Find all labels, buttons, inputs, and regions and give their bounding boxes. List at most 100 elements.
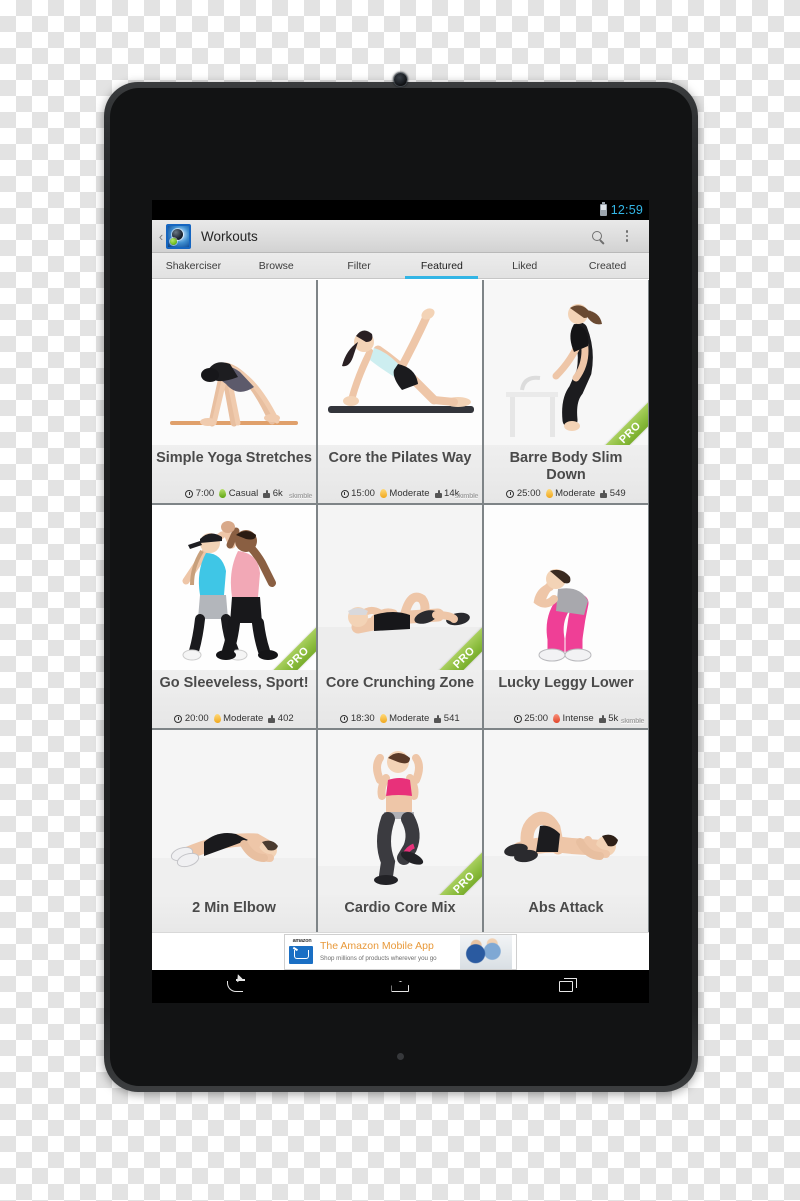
intensity-stat: Intense	[552, 713, 594, 724]
likes-stat: 402	[268, 713, 294, 724]
home-button[interactable]	[373, 974, 427, 1000]
flame-icon	[213, 713, 221, 724]
tab-liked[interactable]: Liked	[483, 253, 566, 278]
workout-card[interactable]: skimble Lucky Leggy Lower 25:00 Intense	[484, 505, 648, 728]
shopping-cart-icon	[289, 945, 313, 964]
intensity-stat: Moderate	[379, 488, 430, 499]
workout-row: skimble Simple Yoga Stretches 7:00 Casua…	[152, 280, 649, 503]
thumbs-up-icon	[268, 714, 276, 723]
thumbs-up-icon	[434, 714, 442, 723]
workout-stats: 20:00 Moderate 402	[156, 713, 312, 724]
overflow-menu-button[interactable]	[612, 221, 642, 251]
duration-value: 20:00	[184, 713, 209, 724]
side-crunch-abs-illustration	[484, 730, 648, 895]
workout-card[interactable]: PRO Core Crunching Zone 18:30 Moderate 5…	[318, 505, 482, 728]
intensity-value: Casual	[228, 488, 259, 499]
workout-stats: 18:30 Moderate 541	[322, 713, 478, 724]
ad-banner[interactable]: amazon The Amazon Mobile App Shop millio…	[152, 932, 649, 970]
workout-grid[interactable]: skimble Simple Yoga Stretches 7:00 Casua…	[152, 280, 649, 970]
duration-value: 25:00	[516, 488, 541, 499]
workout-card[interactable]: skimble Core the Pilates Way 15:00 Moder…	[318, 280, 482, 503]
ad-text-block: The Amazon Mobile App Shop millions of p…	[320, 941, 455, 962]
ad-title: The Amazon Mobile App	[320, 940, 434, 953]
workout-title: Core the Pilates Way	[328, 450, 472, 466]
flame-icon	[218, 488, 227, 499]
tab-featured[interactable]: Featured	[400, 253, 483, 279]
workout-row: skimble 2 Min Elbow	[152, 730, 649, 942]
clock-icon	[174, 714, 183, 723]
amazon-logo: amazon	[289, 938, 315, 964]
workout-photo-downward-dog	[152, 280, 316, 445]
recent-apps-button[interactable]	[539, 974, 593, 1000]
workout-meta: Core Crunching Zone 18:30 Moderate 541	[318, 670, 482, 728]
skimble-watermark: skimble	[288, 493, 313, 500]
flame-icon	[545, 488, 553, 499]
squat-exercise-illustration	[484, 505, 648, 670]
skimble-watermark: skimble	[620, 718, 645, 725]
up-navigation-caret[interactable]: ‹	[156, 230, 166, 243]
clock-icon	[506, 489, 515, 498]
status-bar: 12:59	[152, 200, 649, 220]
workout-title: Barre Body Slim Down	[509, 450, 623, 483]
intensity-stat: Moderate	[545, 488, 596, 499]
workout-photo-partner: PRO	[152, 505, 316, 670]
intensity-value: Moderate	[389, 713, 430, 724]
duration-value: 15:00	[351, 488, 375, 499]
workout-title: Lucky Leggy Lower	[498, 675, 634, 691]
partner-high-five-illustration	[152, 505, 316, 670]
intensity-value: Moderate	[223, 713, 264, 724]
ad-photo	[460, 934, 512, 969]
duration-stat: 7:00	[185, 488, 214, 499]
workout-card[interactable]: PRO Cardio Core Mix	[318, 730, 482, 942]
tab-created[interactable]: Created	[566, 253, 649, 278]
skimble-watermark: skimble	[454, 493, 479, 500]
duration-stat: 25:00	[513, 713, 549, 724]
back-icon	[226, 979, 245, 992]
thumbs-up-icon	[434, 489, 442, 498]
workout-photo-crunch: PRO	[318, 505, 482, 670]
android-navigation-bar	[152, 970, 649, 1003]
thumbs-up-icon	[600, 489, 608, 498]
thumbs-up-icon	[263, 489, 271, 498]
search-icon	[592, 231, 602, 241]
duration-value: 18:30	[350, 713, 375, 724]
workouts-app-icon[interactable]	[166, 223, 191, 249]
workout-photo-side-crunch	[484, 730, 648, 895]
tab-shakerciser[interactable]: Shakerciser	[152, 253, 235, 278]
elbow-plank-illustration	[152, 730, 316, 895]
duration-stat: 25:00	[506, 488, 541, 499]
workout-card[interactable]: PRO Go Sleeveless, Sport! 20:00 Moderate	[152, 505, 316, 728]
overflow-menu-icon	[625, 229, 629, 243]
tab-browse[interactable]: Browse	[235, 253, 318, 278]
workout-title: Core Crunching Zone	[325, 675, 475, 691]
amazon-brand-text: amazon	[292, 938, 312, 945]
barre-chair-exercise-illustration	[484, 280, 648, 445]
workout-card[interactable]: PRO Barre Body Slim Down 25:00 Moderate	[484, 280, 648, 503]
workout-card[interactable]: skimble Abs Attack	[484, 730, 648, 942]
ad-subtitle: Shop millions of products wherever you g…	[320, 954, 437, 962]
clock-icon	[340, 714, 349, 723]
flame-icon	[379, 713, 387, 724]
workout-card[interactable]: skimble 2 Min Elbow	[152, 730, 316, 942]
workout-photo-plank	[152, 730, 316, 895]
tab-filter[interactable]: Filter	[318, 253, 401, 278]
tab-bar: Shakerciser Browse Filter Featured Liked…	[152, 253, 649, 279]
duration-value: 7:00	[195, 488, 215, 499]
workout-title: Go Sleeveless, Sport!	[159, 675, 309, 691]
back-button[interactable]	[208, 974, 262, 1000]
workout-card[interactable]: skimble Simple Yoga Stretches 7:00 Casua…	[152, 280, 316, 503]
intensity-value: Moderate	[555, 488, 596, 499]
amazon-ad[interactable]: amazon The Amazon Mobile App Shop millio…	[284, 933, 517, 970]
flame-icon	[552, 713, 561, 724]
likes-value: 541	[443, 713, 460, 724]
floor-crunch-illustration	[318, 505, 482, 670]
downward-dog-yoga-pose-illustration	[152, 280, 316, 445]
duration-value: 25:00	[524, 713, 549, 724]
intensity-value: Moderate	[389, 488, 430, 499]
duration-stat: 18:30	[340, 713, 375, 724]
workout-row: PRO Go Sleeveless, Sport! 20:00 Moderate	[152, 505, 649, 728]
intensity-value: Intense	[562, 713, 594, 724]
pilates-side-plank-illustration	[318, 280, 482, 445]
workout-photo-cardio: PRO	[318, 730, 482, 895]
search-button[interactable]	[582, 221, 612, 251]
